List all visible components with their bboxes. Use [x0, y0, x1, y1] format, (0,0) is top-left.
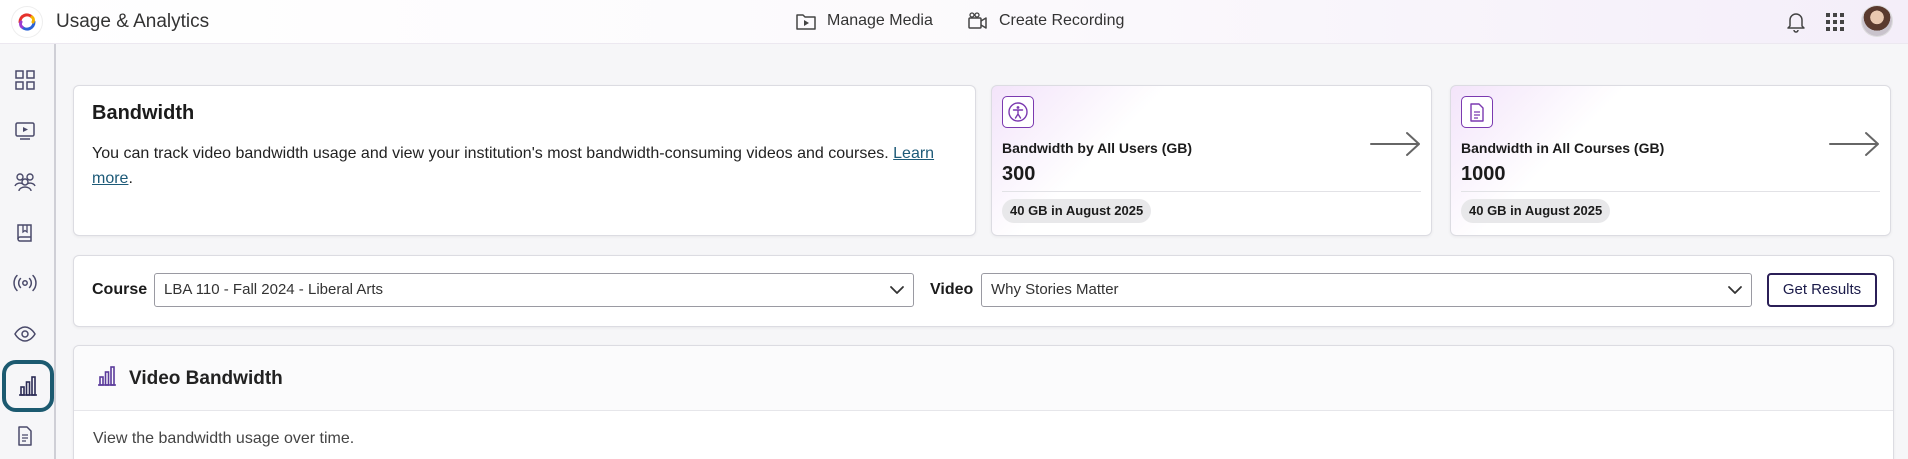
app-launcher-button[interactable] — [1825, 12, 1845, 37]
broadcast-icon — [13, 274, 37, 292]
grid-icon — [1826, 13, 1844, 31]
video-label: Video — [930, 281, 974, 298]
video-bandwidth-header: Video Bandwidth — [74, 346, 1893, 411]
user-avatar[interactable] — [1862, 6, 1892, 36]
stat-badge: 40 GB in August 2025 — [1002, 199, 1152, 223]
arrow-right-icon — [1829, 132, 1879, 156]
sidebar-item-media[interactable] — [8, 114, 42, 148]
stat-card-courses[interactable]: Bandwidth in All Courses (GB) 1000 40 GB… — [1450, 85, 1891, 236]
media-folder-icon — [796, 14, 816, 30]
get-results-button[interactable]: Get Results — [1767, 273, 1877, 307]
book-icon — [17, 224, 32, 242]
arrow-right-icon — [1370, 132, 1420, 156]
document-icon — [18, 426, 32, 446]
app-title: Usage & Analytics — [56, 11, 210, 32]
stat-value: 300 — [1002, 163, 1036, 185]
bell-icon — [1787, 13, 1805, 33]
sidebar-item-analytics[interactable] — [2, 360, 54, 412]
create-recording-label: Create Recording — [999, 12, 1125, 29]
video-player-icon — [15, 122, 35, 140]
bar-chart-icon — [19, 376, 37, 396]
stat-badge: 40 GB in August 2025 — [1461, 199, 1611, 223]
stat-label: Bandwidth by All Users (GB) — [1002, 140, 1193, 156]
notifications-button[interactable] — [1785, 10, 1807, 39]
stat-card-users[interactable]: Bandwidth by All Users (GB) 300 40 GB in… — [991, 85, 1432, 236]
description-period: . — [128, 170, 133, 187]
logo-icon — [18, 13, 36, 31]
stat-icon-users — [1002, 96, 1034, 128]
document-icon — [1470, 103, 1484, 122]
accessibility-icon — [1008, 102, 1028, 122]
stat-arrow-users[interactable] — [1369, 130, 1423, 163]
sidebar-item-users[interactable] — [8, 165, 42, 199]
create-recording-link[interactable]: Create Recording — [967, 11, 1124, 31]
stat-icon-courses — [1461, 96, 1493, 128]
sidebar-item-views[interactable] — [8, 317, 42, 351]
stat-value: 1000 — [1461, 163, 1506, 185]
chevron-down-icon — [890, 286, 904, 294]
video-select[interactable]: Why Stories Matter — [981, 273, 1752, 307]
stat-arrow-courses[interactable] — [1828, 130, 1882, 163]
app-logo[interactable] — [12, 7, 42, 37]
sidebar-item-dashboard[interactable] — [8, 63, 42, 97]
course-select[interactable]: LBA 110 - Fall 2024 - Liberal Arts — [154, 273, 914, 307]
manage-media-label: Manage Media — [827, 12, 933, 29]
eye-icon — [14, 326, 36, 342]
bandwidth-intro-card: Bandwidth You can track video bandwidth … — [73, 85, 976, 236]
users-group-icon — [14, 173, 36, 192]
page-title: Bandwidth — [92, 102, 195, 124]
stat-label: Bandwidth in All Courses (GB) — [1461, 140, 1665, 156]
video-camera-icon — [968, 12, 987, 29]
video-bandwidth-card: Video Bandwidth View the bandwidth usage… — [73, 345, 1894, 459]
sidebar-item-reports[interactable] — [8, 419, 42, 453]
stat-divider — [1002, 191, 1421, 192]
video-bandwidth-description: View the bandwidth usage over time. — [93, 430, 355, 447]
bar-chart-icon — [98, 366, 116, 386]
course-label: Course — [92, 281, 148, 298]
manage-media-link[interactable]: Manage Media — [795, 11, 933, 31]
top-bar: Usage & Analytics Manage Media Create Re… — [0, 0, 1908, 44]
chevron-down-icon — [1728, 286, 1742, 294]
sidebar-item-live[interactable] — [8, 266, 42, 300]
bandwidth-description: You can track video bandwidth usage and … — [92, 141, 962, 191]
video-select-value: Why Stories Matter — [991, 281, 1119, 298]
video-bandwidth-title: Video Bandwidth — [129, 368, 283, 389]
description-text: You can track video bandwidth usage and … — [92, 145, 889, 162]
filters-card: Course LBA 110 - Fall 2024 - Liberal Art… — [73, 255, 1894, 327]
dashboard-icon — [15, 70, 35, 90]
course-select-value: LBA 110 - Fall 2024 - Liberal Arts — [164, 281, 384, 298]
sidebar-item-courses[interactable] — [8, 216, 42, 250]
sidebar — [0, 44, 56, 459]
stat-divider — [1461, 191, 1880, 192]
